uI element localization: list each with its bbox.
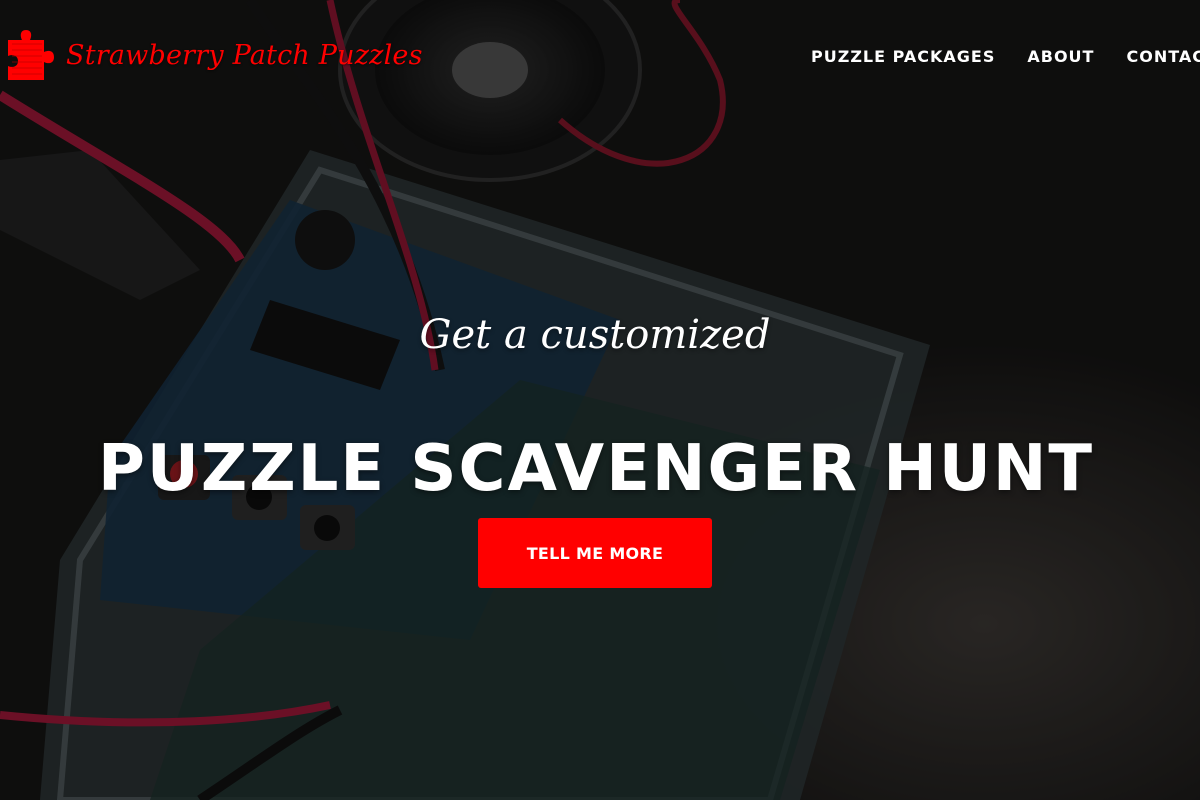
hero-lead-in: Get a customized — [419, 312, 771, 358]
tell-me-more-button[interactable]: TELL ME MORE — [478, 518, 712, 588]
hero-heading: PUZZLE SCAVENGER HUNT — [97, 431, 1095, 506]
hero-section: Get a customized PUZZLE SCAVENGER HUNT T… — [0, 0, 1200, 800]
